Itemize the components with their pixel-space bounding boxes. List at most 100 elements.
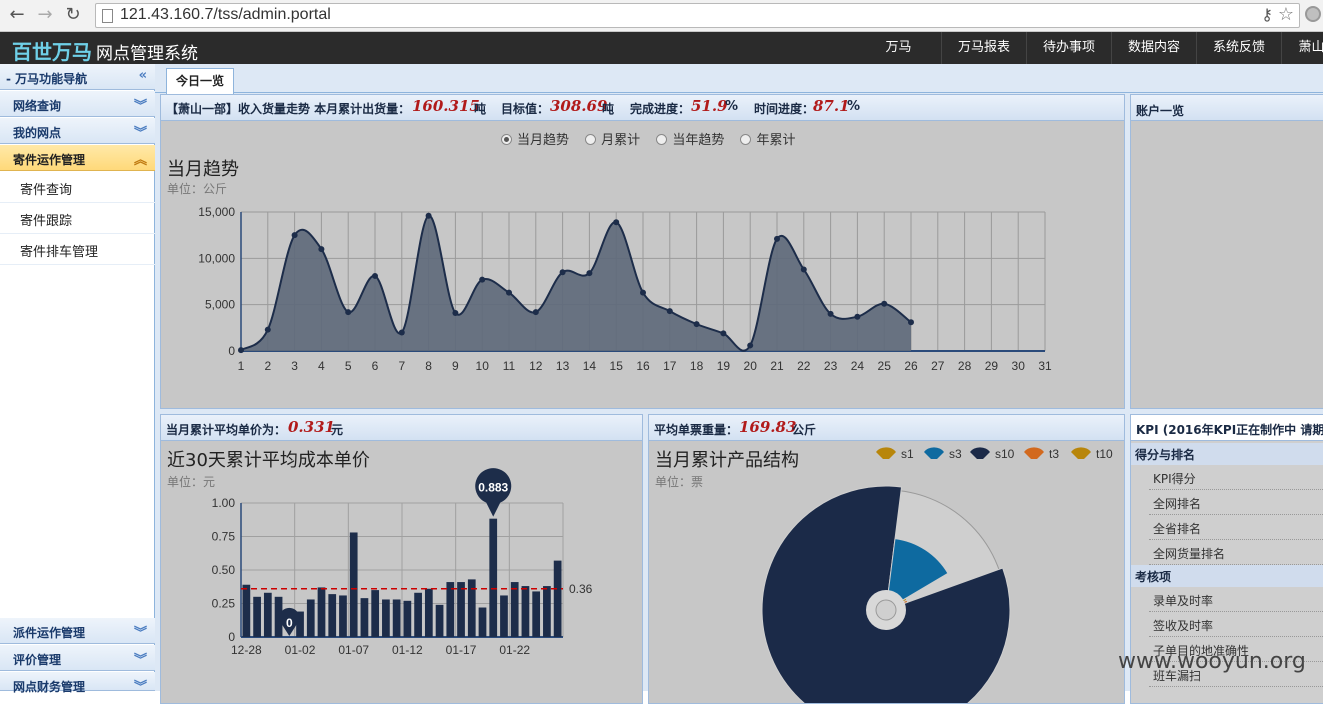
- x-tick-label: 7: [398, 359, 405, 373]
- legend-icon-s3: [924, 447, 944, 459]
- y-tick-label: 0.50: [212, 563, 236, 577]
- kpi-row: 全网排名: [1149, 490, 1323, 515]
- x-tick-label: 13: [556, 359, 570, 373]
- star-icon[interactable]: ☆: [1278, 4, 1294, 25]
- top-nav-report[interactable]: 万马报表: [941, 32, 1026, 64]
- bar: [263, 592, 272, 637]
- bar: [543, 586, 551, 637]
- bar: [489, 518, 498, 637]
- account-panel-title: 账户一览: [1136, 104, 1185, 118]
- reload-icon[interactable]: ↻: [62, 4, 84, 26]
- top-nav-todo[interactable]: 待办事项: [1026, 32, 1111, 64]
- x-tick-label: 4: [318, 359, 325, 373]
- sidebar-item-network-query[interactable]: 网络查询 ︾: [0, 91, 155, 117]
- kpi-group-assessment[interactable]: 考核项: [1131, 565, 1323, 587]
- main-area: 今日一览 【萧山一部】收入货量走势 本月累计出货量： 160.315 吨 目标值…: [155, 64, 1323, 704]
- top-nav-wanma[interactable]: 万马: [856, 32, 941, 64]
- data-point: [425, 212, 432, 219]
- watermark: www.wooyun.org: [1118, 649, 1306, 674]
- bar: [478, 607, 487, 637]
- x-tick-label: 10: [476, 359, 490, 373]
- bar: [382, 599, 390, 637]
- top-nav-feedback[interactable]: 系统反馈: [1196, 32, 1281, 64]
- data-point: [774, 235, 780, 242]
- data-point: [800, 266, 807, 273]
- x-tick-label: 6: [372, 359, 379, 373]
- chevron-down-icon: ︾: [133, 99, 147, 114]
- kpi-group-score[interactable]: 得分与排名: [1131, 443, 1323, 465]
- browser-toolbar: ← → ↻ 121.43.160.7/tss/admin.portal ⚷ ☆: [0, 0, 1323, 32]
- sidebar-subitem-track[interactable]: 寄件跟踪: [0, 203, 155, 234]
- kpi-row-label: KPI得分: [1153, 472, 1196, 486]
- top-nav-xiaoshan[interactable]: 萧山: [1281, 32, 1323, 64]
- url-text[interactable]: 121.43.160.7/tss/admin.portal: [120, 6, 331, 24]
- sidebar-subitem-query[interactable]: 寄件查询: [0, 172, 155, 203]
- kpi-row: 全网货量排名: [1149, 540, 1323, 565]
- sidebar-item-finance[interactable]: 网点财务管理 ︾: [0, 672, 155, 695]
- back-icon[interactable]: ←: [6, 4, 28, 26]
- x-tick-label: 9: [452, 359, 459, 373]
- x-tick-label: 15: [610, 359, 624, 373]
- sidebar-item-label: 寄件运作管理: [13, 153, 86, 167]
- key-icon[interactable]: ⚷: [1261, 5, 1273, 24]
- bar: [446, 582, 455, 637]
- sidebar-item-send-ops[interactable]: 寄件运作管理 ︽: [0, 145, 155, 171]
- kpi-row: 全省排名: [1149, 515, 1323, 540]
- collapse-left-icon[interactable]: «: [139, 68, 147, 83]
- bar: [457, 582, 465, 637]
- legend-label-s10: s10: [995, 447, 1015, 461]
- kpi-panel-header: KPI (2016年KPI正在制作中 请期待: [1131, 415, 1323, 441]
- data-point: [291, 232, 298, 239]
- x-tick-label: 01-02: [285, 643, 316, 657]
- x-tick-label: 8: [425, 359, 432, 373]
- sidebar-item-evaluation[interactable]: 评价管理 ︾: [0, 645, 155, 671]
- sidebar-title[interactable]: - 万马功能导航 «: [0, 64, 155, 90]
- data-point: [506, 289, 512, 296]
- sidebar-item-my-outlet[interactable]: 我的网点 ︾: [0, 118, 155, 144]
- data-point: [908, 319, 914, 326]
- x-tick-label: 01-17: [446, 643, 477, 657]
- sidebar-subitem-label: 寄件排车管理: [20, 245, 99, 260]
- x-tick-label: 31: [1038, 359, 1052, 373]
- bar: [339, 595, 347, 637]
- x-tick-label: 21: [770, 359, 784, 373]
- x-tick-label: 29: [985, 359, 999, 373]
- kpi-row: 录单及时率: [1149, 587, 1323, 612]
- data-point: [479, 276, 486, 283]
- legend-icon-t10: [1071, 447, 1091, 459]
- bar: [403, 600, 412, 637]
- address-bar[interactable]: 121.43.160.7/tss/admin.portal ⚷ ☆: [95, 3, 1300, 28]
- sidebar-item-delivery-ops[interactable]: 派件运作管理 ︾: [0, 618, 155, 644]
- x-tick-label: 20: [744, 359, 758, 373]
- page-icon: [102, 9, 113, 23]
- sidebar-item-label: 派件运作管理: [13, 626, 86, 640]
- reference-label: 0.36: [569, 582, 593, 596]
- pie-center: [875, 599, 897, 621]
- data-point: [666, 308, 673, 315]
- x-tick-label: 25: [878, 359, 892, 373]
- product-chart: s1 s3 s10 t3 t10: [761, 447, 1113, 703]
- data-point: [318, 246, 325, 253]
- sidebar-subitem-label: 寄件跟踪: [20, 214, 73, 229]
- kpi-panel-title: KPI (2016年KPI正在制作中 请期待: [1136, 423, 1323, 437]
- data-point: [372, 272, 378, 279]
- tab-today[interactable]: 今日一览: [166, 68, 234, 94]
- forward-icon[interactable]: →: [34, 4, 56, 26]
- chevron-down-icon: ︾: [133, 680, 147, 695]
- kpi-group-label: 得分与排名: [1135, 448, 1196, 462]
- kpi-row-label: 录单及时率: [1153, 594, 1214, 608]
- series-area: [241, 215, 911, 351]
- sidebar-subitem-schedule[interactable]: 寄件排车管理: [0, 234, 155, 265]
- y-tick-label: 5,000: [205, 298, 235, 312]
- data-point: [640, 289, 646, 296]
- extension-icon[interactable]: [1305, 6, 1321, 22]
- trend-chart: 05,00010,00015,0001 2 3 4 5 6 7 8 9 10 11 12 13 14 15 1…: [198, 205, 1052, 373]
- top-nav-data[interactable]: 数据内容: [1111, 32, 1196, 64]
- x-tick-label: 11: [503, 359, 516, 373]
- chevron-up-icon: ︽: [133, 153, 147, 168]
- kpi-row: 签收及时率: [1149, 612, 1323, 637]
- x-tick-label: 19: [717, 359, 731, 373]
- y-tick-label: 1.00: [212, 496, 236, 510]
- account-panel: 账户一览: [1130, 94, 1323, 409]
- y-tick-label: 0: [228, 344, 235, 358]
